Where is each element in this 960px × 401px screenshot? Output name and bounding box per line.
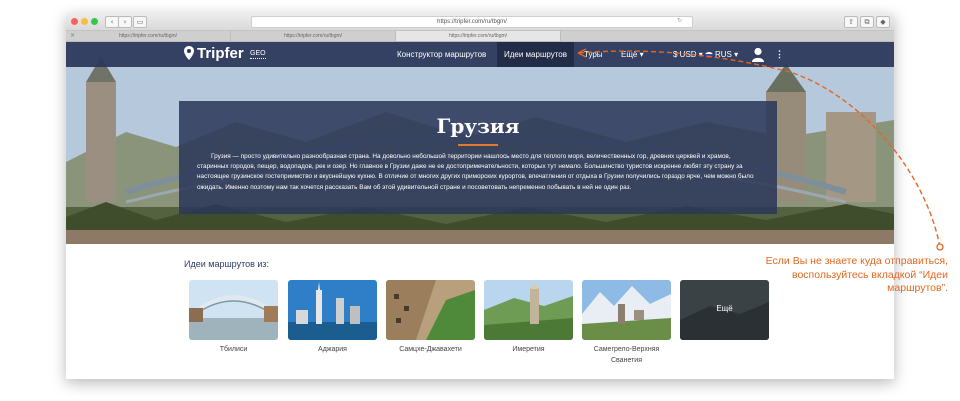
- callout-text: Если Вы не знаете куда отправиться, восп…: [765, 255, 948, 294]
- callout-arrow: [577, 48, 944, 251]
